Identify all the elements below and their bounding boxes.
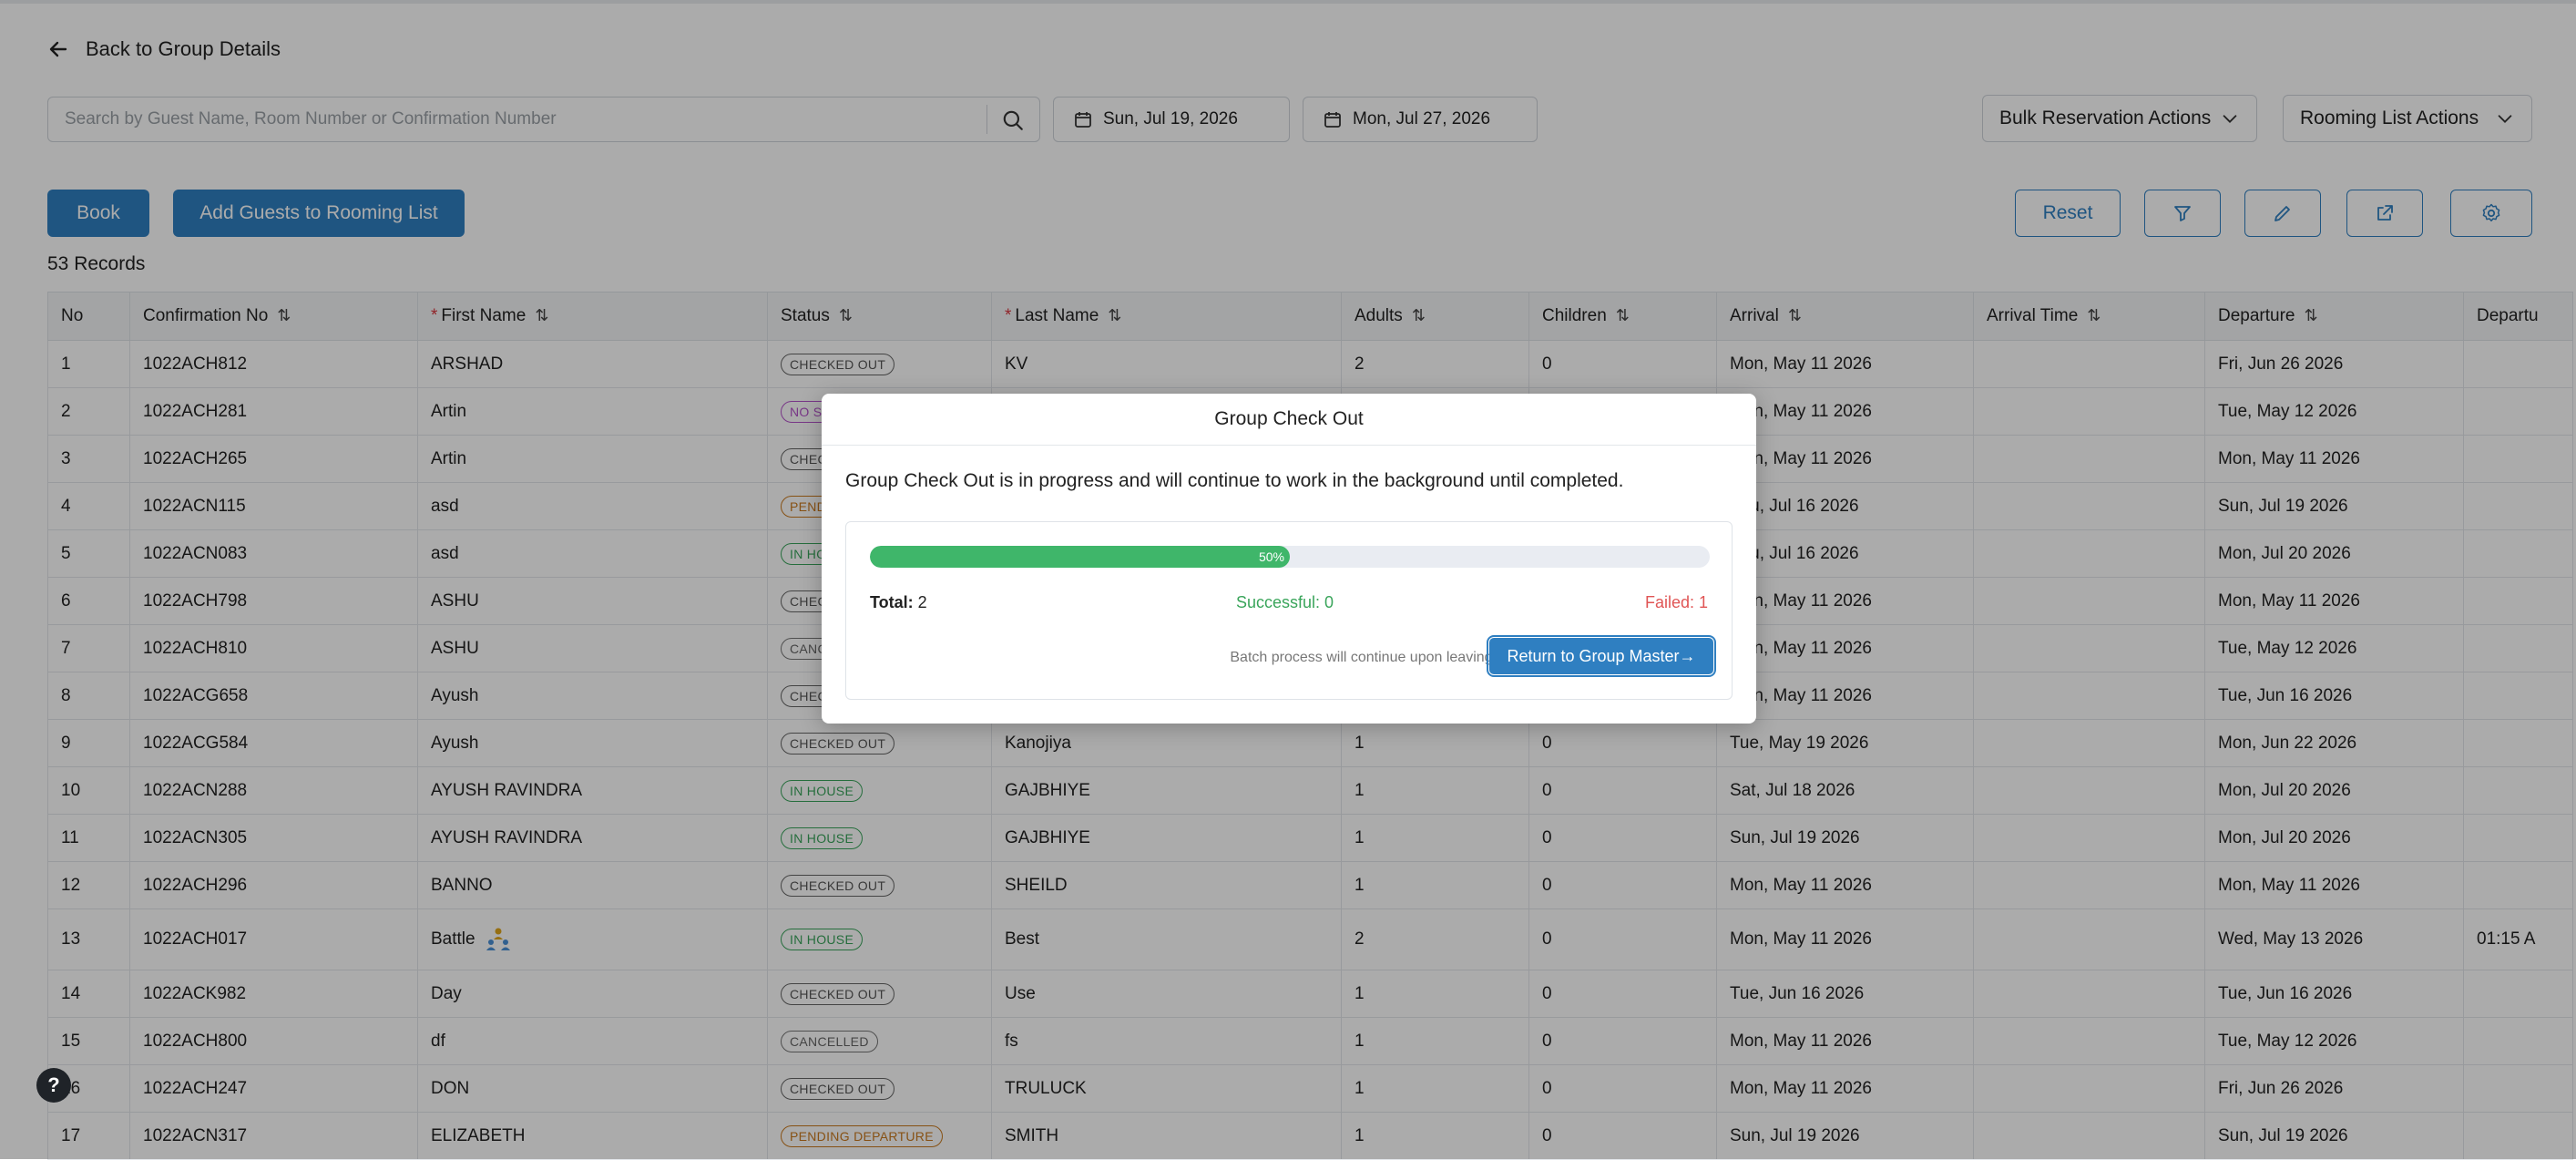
modal-title: Group Check Out (822, 394, 1756, 446)
total-stat: Total: 2 (870, 593, 927, 612)
group-checkout-modal: Group Check Out Group Check Out is in pr… (822, 394, 1756, 724)
rooming-list-page: Back to Group Details Sun, Jul 19, 2026 … (0, 0, 2576, 1160)
progress-bar: 50% (870, 546, 1710, 568)
return-to-group-master-button[interactable]: Return to Group Master→ (1487, 635, 1716, 677)
total-label: Total: (870, 593, 914, 611)
modal-message: Group Check Out is in progress and will … (845, 470, 1624, 491)
progress-label: 50% (1258, 549, 1284, 564)
batch-note: Batch process will continue upon leaving… (1230, 650, 1497, 665)
failed-stat: Failed: 1 (1644, 593, 1708, 611)
help-button[interactable]: ? (36, 1068, 71, 1103)
progress-panel: 50% Total: 2 Successful: 0 Failed: 1 Bat… (845, 521, 1733, 700)
total-value: 2 (917, 593, 927, 611)
successful-stat: Successful: 0 (1236, 593, 1334, 611)
progress-fill: 50% (870, 546, 1290, 568)
